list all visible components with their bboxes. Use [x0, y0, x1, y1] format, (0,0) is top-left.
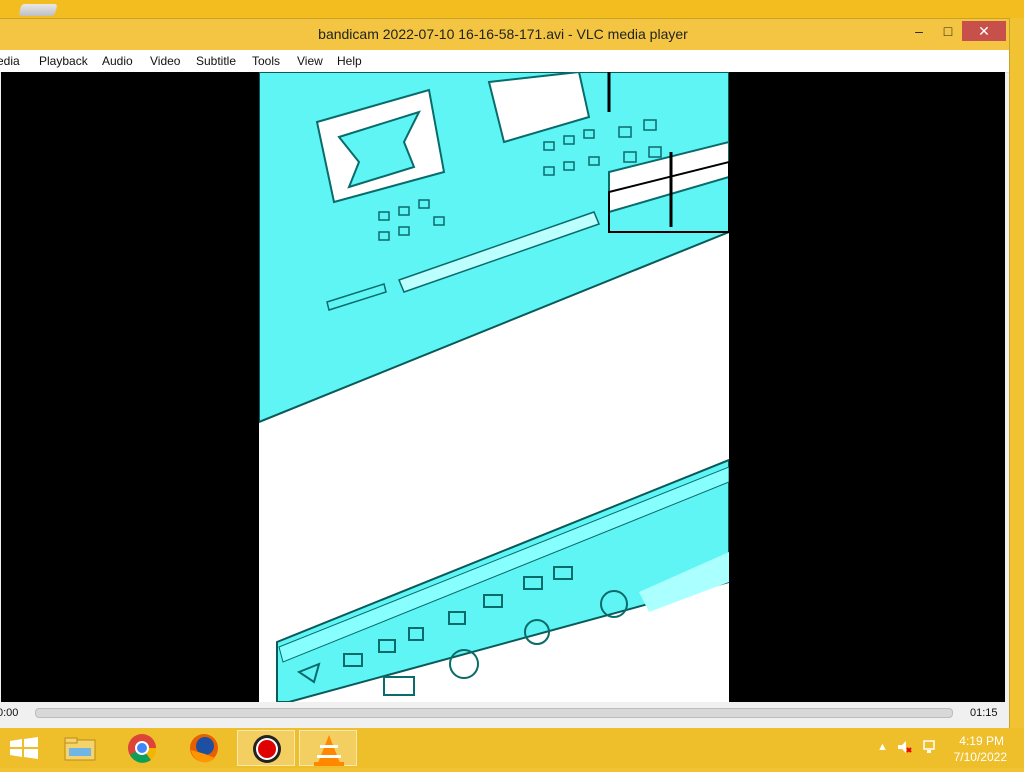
clock-date[interactable]: 7/10/2022 [954, 750, 1007, 764]
total-duration: 01:15 [970, 707, 998, 719]
menu-media[interactable]: edia [0, 54, 20, 68]
firefox-icon[interactable] [175, 730, 233, 766]
minimize-button[interactable]: – [906, 21, 932, 41]
menu-tools[interactable]: Tools [252, 54, 280, 68]
video-frame [259, 72, 729, 702]
menu-audio[interactable]: Audio [102, 54, 133, 68]
vlc-window: bandicam 2022-07-10 16-16-58-171.avi - V… [0, 18, 1010, 730]
window-title: bandicam 2022-07-10 16-16-58-171.avi - V… [318, 26, 688, 42]
bandicam-record-icon[interactable] [237, 730, 295, 766]
volume-muted-icon[interactable] [896, 739, 912, 758]
menu-video[interactable]: Video [150, 54, 180, 68]
menu-subtitle[interactable]: Subtitle [196, 54, 236, 68]
chrome-icon[interactable] [113, 730, 171, 766]
menu-bar: edia Playback Audio Video Subtitle Tools… [0, 50, 1009, 73]
menu-help[interactable]: Help [337, 54, 362, 68]
desktop-background [0, 0, 1024, 18]
menu-playback[interactable]: Playback [39, 54, 88, 68]
clock-time[interactable]: 4:19 PM [959, 734, 1004, 748]
title-bar[interactable]: bandicam 2022-07-10 16-16-58-171.avi - V… [0, 19, 1009, 50]
elapsed-time: 0:00 [0, 707, 19, 719]
file-explorer-icon[interactable] [50, 730, 108, 766]
playback-controls: 0:00 01:15 [0, 702, 1009, 729]
network-icon[interactable] [921, 739, 937, 758]
close-button[interactable]: ✕ [962, 21, 1006, 41]
seek-slider[interactable] [35, 708, 953, 718]
show-hidden-icons-icon[interactable]: ▲ [877, 741, 888, 753]
menu-view[interactable]: View [297, 54, 323, 68]
maximize-button[interactable]: □ [935, 21, 961, 41]
taskbar: ▲ 4:19 PM 7/10/2022 [0, 728, 1024, 768]
vlc-icon[interactable] [299, 730, 357, 766]
video-display[interactable] [1, 72, 1005, 702]
video-content-image [259, 72, 729, 702]
desktop-shortcut-icon[interactable] [18, 4, 58, 16]
